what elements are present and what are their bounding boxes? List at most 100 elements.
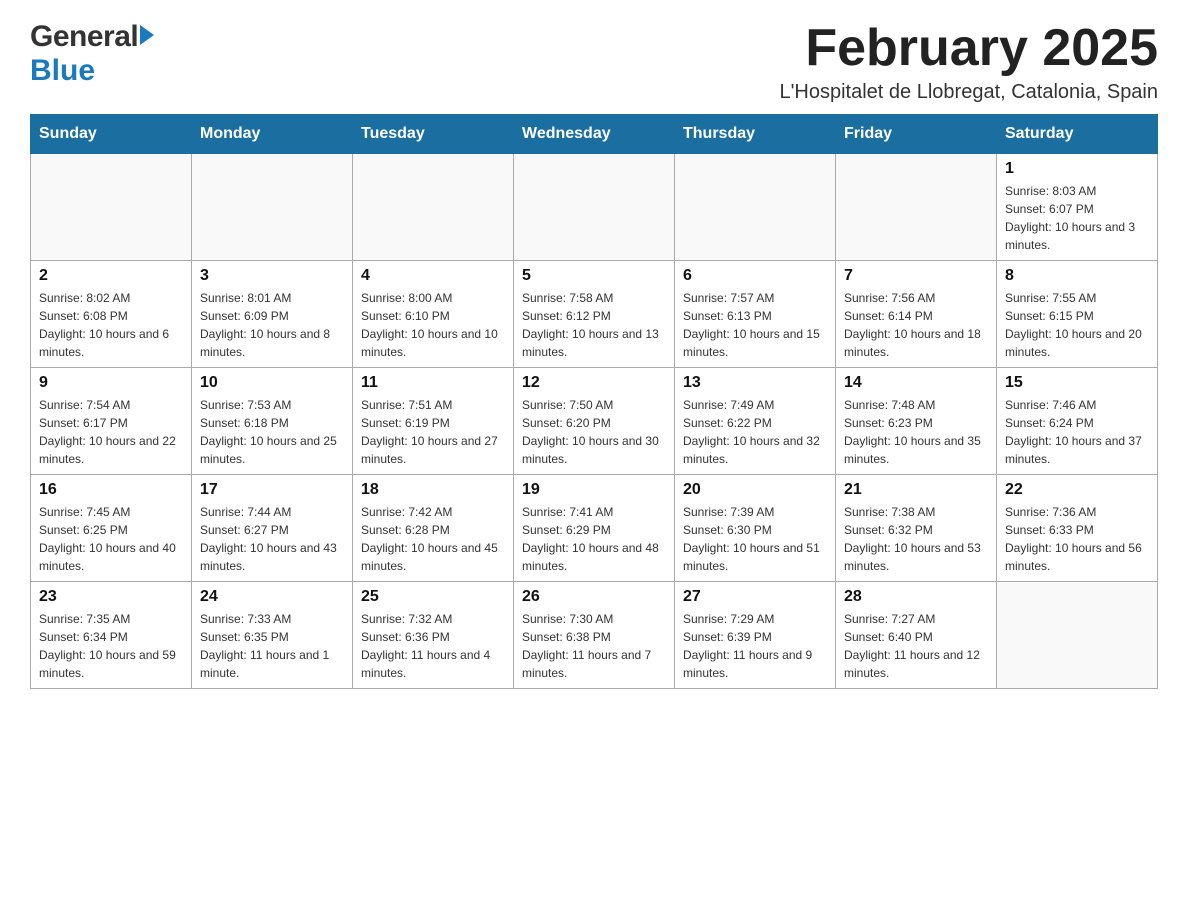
day-info: Sunrise: 7:39 AMSunset: 6:30 PMDaylight:… bbox=[683, 503, 827, 575]
calendar-day-cell: 17 Sunrise: 7:44 AMSunset: 6:27 PMDayligh… bbox=[192, 475, 353, 582]
calendar-day-cell: 14 Sunrise: 7:48 AMSunset: 6:23 PMDayligh… bbox=[836, 368, 997, 475]
day-number: 11 bbox=[361, 374, 505, 392]
day-number: 25 bbox=[361, 588, 505, 606]
day-info: Sunrise: 7:27 AMSunset: 6:40 PMDaylight:… bbox=[844, 610, 988, 682]
calendar-day-cell: 19 Sunrise: 7:41 AMSunset: 6:29 PMDayligh… bbox=[514, 475, 675, 582]
calendar-title: February 2025 bbox=[779, 20, 1158, 77]
day-info: Sunrise: 7:35 AMSunset: 6:34 PMDaylight:… bbox=[39, 610, 183, 682]
calendar-day-cell: 23 Sunrise: 7:35 AMSunset: 6:34 PMDayligh… bbox=[31, 582, 192, 689]
calendar-day-cell bbox=[353, 154, 514, 261]
calendar-day-cell: 20 Sunrise: 7:39 AMSunset: 6:30 PMDayligh… bbox=[675, 475, 836, 582]
day-number: 28 bbox=[844, 588, 988, 606]
calendar-day-cell: 5 Sunrise: 7:58 AMSunset: 6:12 PMDaylight… bbox=[514, 261, 675, 368]
day-info: Sunrise: 7:54 AMSunset: 6:17 PMDaylight:… bbox=[39, 396, 183, 468]
day-info: Sunrise: 7:58 AMSunset: 6:12 PMDaylight:… bbox=[522, 289, 666, 361]
day-info: Sunrise: 8:01 AMSunset: 6:09 PMDaylight:… bbox=[200, 289, 344, 361]
calendar-day-cell: 2 Sunrise: 8:02 AMSunset: 6:08 PMDaylight… bbox=[31, 261, 192, 368]
calendar-day-cell bbox=[675, 154, 836, 261]
page-header: General Blue February 2025 L'Hospitalet … bbox=[30, 20, 1158, 104]
day-info: Sunrise: 7:32 AMSunset: 6:36 PMDaylight:… bbox=[361, 610, 505, 682]
day-info: Sunrise: 7:57 AMSunset: 6:13 PMDaylight:… bbox=[683, 289, 827, 361]
logo-triangle-icon bbox=[140, 25, 154, 45]
day-of-week-header: Thursday bbox=[675, 115, 836, 154]
calendar-table: SundayMondayTuesdayWednesdayThursdayFrid… bbox=[30, 114, 1158, 689]
day-number: 22 bbox=[1005, 481, 1149, 499]
day-info: Sunrise: 7:29 AMSunset: 6:39 PMDaylight:… bbox=[683, 610, 827, 682]
day-info: Sunrise: 7:53 AMSunset: 6:18 PMDaylight:… bbox=[200, 396, 344, 468]
calendar-day-cell: 16Sunrise: 7:45 AMSunset: 6:25 PMDayligh… bbox=[31, 475, 192, 582]
calendar-day-cell: 1Sunrise: 8:03 AMSunset: 6:07 PMDaylight… bbox=[997, 154, 1158, 261]
calendar-week-row: 9 Sunrise: 7:54 AMSunset: 6:17 PMDaylight… bbox=[31, 368, 1158, 475]
calendar-day-cell: 15Sunrise: 7:46 AMSunset: 6:24 PMDayligh… bbox=[997, 368, 1158, 475]
day-number: 1 bbox=[1005, 160, 1149, 178]
day-info: Sunrise: 7:41 AMSunset: 6:29 PMDaylight:… bbox=[522, 503, 666, 575]
day-of-week-header: Friday bbox=[836, 115, 997, 154]
calendar-header: SundayMondayTuesdayWednesdayThursdayFrid… bbox=[31, 115, 1158, 154]
day-number: 10 bbox=[200, 374, 344, 392]
day-info: Sunrise: 7:44 AMSunset: 6:27 PMDaylight:… bbox=[200, 503, 344, 575]
calendar-day-cell: 9 Sunrise: 7:54 AMSunset: 6:17 PMDaylight… bbox=[31, 368, 192, 475]
calendar-day-cell: 8Sunrise: 7:55 AMSunset: 6:15 PMDaylight… bbox=[997, 261, 1158, 368]
day-number: 4 bbox=[361, 267, 505, 285]
calendar-day-cell: 24 Sunrise: 7:33 AMSunset: 6:35 PMDayligh… bbox=[192, 582, 353, 689]
day-number: 18 bbox=[361, 481, 505, 499]
day-number: 8 bbox=[1005, 267, 1149, 285]
day-number: 6 bbox=[683, 267, 827, 285]
calendar-day-cell: 18Sunrise: 7:42 AMSunset: 6:28 PMDayligh… bbox=[353, 475, 514, 582]
day-number: 13 bbox=[683, 374, 827, 392]
day-number: 23 bbox=[39, 588, 183, 606]
day-info: Sunrise: 7:49 AMSunset: 6:22 PMDaylight:… bbox=[683, 396, 827, 468]
calendar-day-cell: 3 Sunrise: 8:01 AMSunset: 6:09 PMDaylight… bbox=[192, 261, 353, 368]
day-of-week-header: Tuesday bbox=[353, 115, 514, 154]
calendar-day-cell: 26Sunrise: 7:30 AMSunset: 6:38 PMDayligh… bbox=[514, 582, 675, 689]
calendar-week-row: 1Sunrise: 8:03 AMSunset: 6:07 PMDaylight… bbox=[31, 154, 1158, 261]
calendar-day-cell: 6 Sunrise: 7:57 AMSunset: 6:13 PMDaylight… bbox=[675, 261, 836, 368]
day-number: 7 bbox=[844, 267, 988, 285]
calendar-day-cell: 11 Sunrise: 7:51 AMSunset: 6:19 PMDayligh… bbox=[353, 368, 514, 475]
day-number: 12 bbox=[522, 374, 666, 392]
calendar-day-cell bbox=[192, 154, 353, 261]
day-info: Sunrise: 7:51 AMSunset: 6:19 PMDaylight:… bbox=[361, 396, 505, 468]
day-number: 21 bbox=[844, 481, 988, 499]
calendar-day-cell: 25 Sunrise: 7:32 AMSunset: 6:36 PMDayligh… bbox=[353, 582, 514, 689]
day-info: Sunrise: 7:46 AMSunset: 6:24 PMDaylight:… bbox=[1005, 396, 1149, 468]
calendar-day-cell: 21 Sunrise: 7:38 AMSunset: 6:32 PMDayligh… bbox=[836, 475, 997, 582]
day-number: 20 bbox=[683, 481, 827, 499]
day-number: 14 bbox=[844, 374, 988, 392]
logo-blue-text: Blue bbox=[30, 54, 95, 87]
day-info: Sunrise: 8:00 AMSunset: 6:10 PMDaylight:… bbox=[361, 289, 505, 361]
day-info: Sunrise: 8:02 AMSunset: 6:08 PMDaylight:… bbox=[39, 289, 183, 361]
calendar-day-cell: 27 Sunrise: 7:29 AMSunset: 6:39 PMDayligh… bbox=[675, 582, 836, 689]
day-info: Sunrise: 7:50 AMSunset: 6:20 PMDaylight:… bbox=[522, 396, 666, 468]
day-info: Sunrise: 7:56 AMSunset: 6:14 PMDaylight:… bbox=[844, 289, 988, 361]
calendar-day-cell: 13 Sunrise: 7:49 AMSunset: 6:22 PMDayligh… bbox=[675, 368, 836, 475]
day-of-week-header: Sunday bbox=[31, 115, 192, 154]
days-of-week-row: SundayMondayTuesdayWednesdayThursdayFrid… bbox=[31, 115, 1158, 154]
day-info: Sunrise: 7:33 AMSunset: 6:35 PMDaylight:… bbox=[200, 610, 344, 682]
day-number: 26 bbox=[522, 588, 666, 606]
calendar-day-cell: 22 Sunrise: 7:36 AMSunset: 6:33 PMDayligh… bbox=[997, 475, 1158, 582]
calendar-body: 1Sunrise: 8:03 AMSunset: 6:07 PMDaylight… bbox=[31, 154, 1158, 689]
day-info: Sunrise: 7:36 AMSunset: 6:33 PMDaylight:… bbox=[1005, 503, 1149, 575]
day-number: 27 bbox=[683, 588, 827, 606]
calendar-day-cell: 4 Sunrise: 8:00 AMSunset: 6:10 PMDaylight… bbox=[353, 261, 514, 368]
calendar-day-cell bbox=[836, 154, 997, 261]
logo-general-text: General bbox=[30, 20, 138, 54]
calendar-day-cell bbox=[997, 582, 1158, 689]
day-number: 9 bbox=[39, 374, 183, 392]
day-of-week-header: Saturday bbox=[997, 115, 1158, 154]
day-number: 5 bbox=[522, 267, 666, 285]
day-number: 17 bbox=[200, 481, 344, 499]
day-of-week-header: Wednesday bbox=[514, 115, 675, 154]
title-block: February 2025 L'Hospitalet de Llobregat,… bbox=[779, 20, 1158, 104]
calendar-day-cell: 28 Sunrise: 7:27 AMSunset: 6:40 PMDayligh… bbox=[836, 582, 997, 689]
day-number: 2 bbox=[39, 267, 183, 285]
day-number: 19 bbox=[522, 481, 666, 499]
day-info: Sunrise: 7:48 AMSunset: 6:23 PMDaylight:… bbox=[844, 396, 988, 468]
day-of-week-header: Monday bbox=[192, 115, 353, 154]
calendar-week-row: 16Sunrise: 7:45 AMSunset: 6:25 PMDayligh… bbox=[31, 475, 1158, 582]
day-number: 3 bbox=[200, 267, 344, 285]
day-info: Sunrise: 7:38 AMSunset: 6:32 PMDaylight:… bbox=[844, 503, 988, 575]
day-number: 24 bbox=[200, 588, 344, 606]
calendar-day-cell: 7 Sunrise: 7:56 AMSunset: 6:14 PMDaylight… bbox=[836, 261, 997, 368]
